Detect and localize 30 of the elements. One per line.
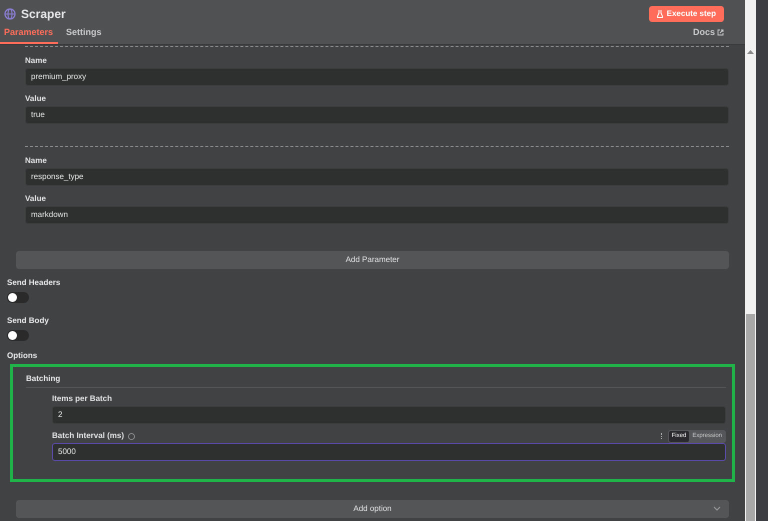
group-title: Batching — [26, 374, 60, 383]
input-field[interactable]: 2 — [52, 406, 726, 424]
toggle-label: Send Headers — [7, 278, 60, 288]
input-field[interactable]: 5000 — [52, 443, 726, 461]
external-link-icon — [717, 28, 724, 36]
field-label: Value — [25, 94, 47, 104]
toggle-switch[interactable] — [7, 292, 29, 303]
field-label: Batch Interval (ms) — [52, 430, 124, 442]
field-label: Items per Batch — [52, 393, 112, 405]
input-field[interactable]: markdown — [25, 206, 729, 224]
node-title: Scraper — [21, 6, 66, 23]
add-option-dropdown[interactable]: Add option — [16, 500, 729, 518]
scrollbar[interactable] — [745, 0, 756, 521]
docs-link[interactable]: Docs — [692, 26, 724, 44]
field-label: Options — [7, 351, 38, 360]
add-parameter-button[interactable]: Add Parameter — [16, 251, 729, 269]
chevron-down-icon — [713, 506, 721, 511]
field-label: Name — [25, 156, 48, 166]
scroll-up-icon — [747, 50, 754, 54]
field-label: Value — [25, 194, 47, 204]
field-label: Name — [25, 56, 48, 66]
input-field[interactable]: response_type — [25, 168, 729, 186]
help-icon[interactable] — [128, 432, 136, 440]
input-field[interactable]: premium_proxy — [25, 68, 729, 86]
toggle-switch[interactable] — [7, 330, 29, 341]
globe-icon — [4, 8, 16, 20]
toggle-label: Send Body — [7, 316, 49, 326]
flask-icon — [656, 10, 663, 18]
input-field[interactable]: true — [25, 106, 729, 124]
tab[interactable]: Settings — [62, 26, 106, 44]
